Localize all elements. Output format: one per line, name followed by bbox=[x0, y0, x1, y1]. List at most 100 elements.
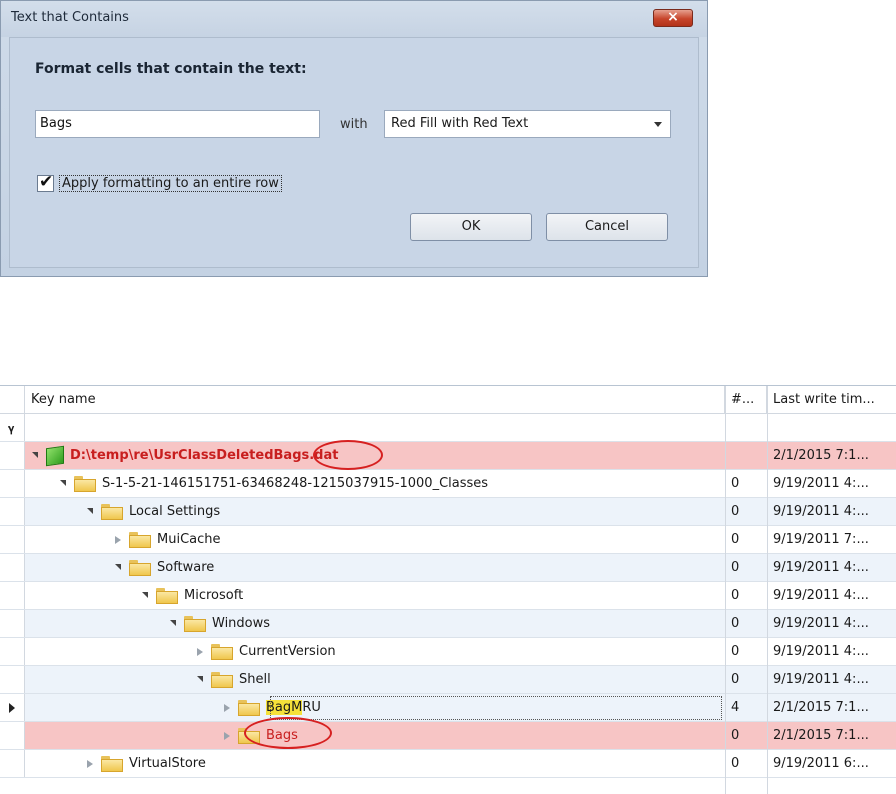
key-cell: MuiCache bbox=[115, 526, 221, 553]
key-cell: Windows bbox=[170, 610, 270, 637]
expanded-arrow-icon[interactable] bbox=[32, 451, 38, 458]
table-row[interactable]: Shell 0 9/19/2011 4:... bbox=[0, 666, 896, 694]
count-cell: 0 bbox=[731, 644, 740, 659]
table-row[interactable]: Software 0 9/19/2011 4:... bbox=[0, 554, 896, 582]
row-lead bbox=[0, 526, 25, 553]
folder-icon bbox=[101, 755, 123, 772]
dialog-title: Text that Contains bbox=[11, 10, 129, 25]
key-label: Shell bbox=[239, 672, 271, 687]
format-dropdown[interactable]: Red Fill with Red Text bbox=[384, 110, 671, 138]
filter-icon: 𝛄 bbox=[8, 422, 15, 435]
dialog-body: Format cells that contain the text: Bags… bbox=[9, 37, 699, 268]
column-divider bbox=[725, 386, 726, 794]
key-cell: VirtualStore bbox=[87, 750, 206, 777]
key-label: CurrentVersion bbox=[239, 644, 336, 659]
folder-icon bbox=[101, 503, 123, 520]
table-row[interactable]: CurrentVersion 0 9/19/2011 4:... bbox=[0, 638, 896, 666]
count-cell: 0 bbox=[731, 532, 740, 547]
collapsed-arrow-icon[interactable] bbox=[197, 647, 203, 656]
table-row[interactable]: MuiCache 0 9/19/2011 7:... bbox=[0, 526, 896, 554]
table-row[interactable]: VirtualStore 0 9/19/2011 6:... bbox=[0, 750, 896, 778]
expanded-arrow-icon[interactable] bbox=[115, 563, 121, 570]
folder-icon bbox=[184, 615, 206, 632]
expanded-arrow-icon[interactable] bbox=[197, 675, 203, 682]
expanded-arrow-icon[interactable] bbox=[142, 591, 148, 598]
table-row[interactable]: Windows 0 9/19/2011 4:... bbox=[0, 610, 896, 638]
row-lead bbox=[0, 750, 25, 777]
hive-icon bbox=[46, 445, 64, 466]
time-cell: 2/1/2015 7:1... bbox=[773, 728, 869, 743]
table-row[interactable]: S-1-5-21-146151751-63468248-1215037915-1… bbox=[0, 470, 896, 498]
time-cell: 9/19/2011 4:... bbox=[773, 616, 869, 631]
dialog-heading: Format cells that contain the text: bbox=[35, 61, 307, 77]
key-label: Software bbox=[157, 560, 215, 575]
row-lead bbox=[0, 582, 25, 609]
time-cell: 2/1/2015 7:1... bbox=[773, 700, 869, 715]
key-cell: Microsoft bbox=[142, 582, 243, 609]
current-row-indicator-icon bbox=[9, 703, 15, 713]
table-row[interactable]: D:\temp\re\UsrClassDeletedBags.dat 2/1/2… bbox=[0, 442, 896, 470]
text-that-contains-dialog: Text that Contains × Format cells that c… bbox=[0, 0, 708, 277]
folder-icon bbox=[74, 475, 96, 492]
key-label: Microsoft bbox=[184, 588, 244, 603]
key-cell: CurrentVersion bbox=[197, 638, 336, 665]
dialog-titlebar: Text that Contains × bbox=[1, 1, 707, 37]
table-row[interactable]: Microsoft 0 9/19/2011 4:... bbox=[0, 582, 896, 610]
collapsed-arrow-icon[interactable] bbox=[224, 731, 230, 740]
count-cell: 0 bbox=[731, 560, 740, 575]
key-cell: Local Settings bbox=[87, 498, 220, 525]
key-cell: Shell bbox=[197, 666, 271, 693]
key-label: Local Settings bbox=[129, 504, 221, 519]
cancel-button[interactable]: Cancel bbox=[546, 213, 668, 241]
contains-text-input[interactable]: Bags bbox=[35, 110, 320, 138]
folder-icon bbox=[238, 699, 260, 716]
close-icon: × bbox=[667, 9, 679, 25]
time-cell: 9/19/2011 4:... bbox=[773, 644, 869, 659]
apply-row-label[interactable]: Apply formatting to an entire row bbox=[59, 175, 282, 192]
key-cell: Software bbox=[115, 554, 214, 581]
chevron-down-icon[interactable] bbox=[654, 122, 662, 127]
count-cell: 4 bbox=[731, 700, 740, 715]
close-button[interactable]: × bbox=[653, 9, 693, 27]
cell-edit-box[interactable] bbox=[270, 696, 722, 720]
key-label: Windows bbox=[212, 616, 271, 631]
time-cell: 9/19/2011 4:... bbox=[773, 504, 869, 519]
column-header-count[interactable]: #... bbox=[725, 386, 767, 414]
count-cell: 0 bbox=[731, 756, 740, 771]
time-cell: 9/19/2011 4:... bbox=[773, 672, 869, 687]
collapsed-arrow-icon[interactable] bbox=[224, 703, 230, 712]
count-cell: 0 bbox=[731, 588, 740, 603]
count-cell: 0 bbox=[731, 672, 740, 687]
ok-button[interactable]: OK bbox=[410, 213, 532, 241]
apply-row-checkbox[interactable]: ✔ bbox=[37, 172, 54, 192]
count-cell: 0 bbox=[731, 616, 740, 631]
count-cell: 0 bbox=[731, 476, 740, 491]
key-cell: S-1-5-21-146151751-63468248-1215037915-1… bbox=[60, 470, 488, 497]
filter-row[interactable]: 𝛄 bbox=[0, 414, 896, 442]
folder-icon bbox=[129, 531, 151, 548]
filter-row-lead: 𝛄 bbox=[0, 414, 25, 441]
expanded-arrow-icon[interactable] bbox=[60, 479, 66, 486]
with-label: with bbox=[340, 117, 368, 132]
time-cell: 9/19/2011 4:... bbox=[773, 588, 869, 603]
table-row-selected[interactable]: BagMRU 4 2/1/2015 7:1... bbox=[0, 694, 896, 722]
table-row[interactable]: Local Settings 0 9/19/2011 4:... bbox=[0, 498, 896, 526]
row-lead bbox=[0, 498, 25, 525]
row-lead bbox=[0, 554, 25, 581]
key-label: S-1-5-21-146151751-63468248-1215037915-1… bbox=[102, 476, 489, 491]
key-cell: D:\temp\re\UsrClassDeletedBags.dat bbox=[32, 442, 338, 469]
collapsed-arrow-icon[interactable] bbox=[87, 759, 93, 768]
folder-icon bbox=[211, 643, 233, 660]
row-lead bbox=[0, 666, 25, 693]
column-header-key-name[interactable]: Key name bbox=[25, 386, 725, 414]
table-row[interactable]: Bags 0 2/1/2015 7:1... bbox=[0, 722, 896, 750]
count-cell: 0 bbox=[731, 728, 740, 743]
column-header-last-write[interactable]: Last write tim... bbox=[767, 386, 896, 414]
key-label: D:\temp\re\UsrClassDeletedBags.dat bbox=[70, 448, 339, 463]
collapsed-arrow-icon[interactable] bbox=[115, 535, 121, 544]
expanded-arrow-icon[interactable] bbox=[170, 619, 176, 626]
time-cell: 9/19/2011 7:... bbox=[773, 532, 869, 547]
folder-icon bbox=[156, 587, 178, 604]
folder-icon bbox=[129, 559, 151, 576]
expanded-arrow-icon[interactable] bbox=[87, 507, 93, 514]
